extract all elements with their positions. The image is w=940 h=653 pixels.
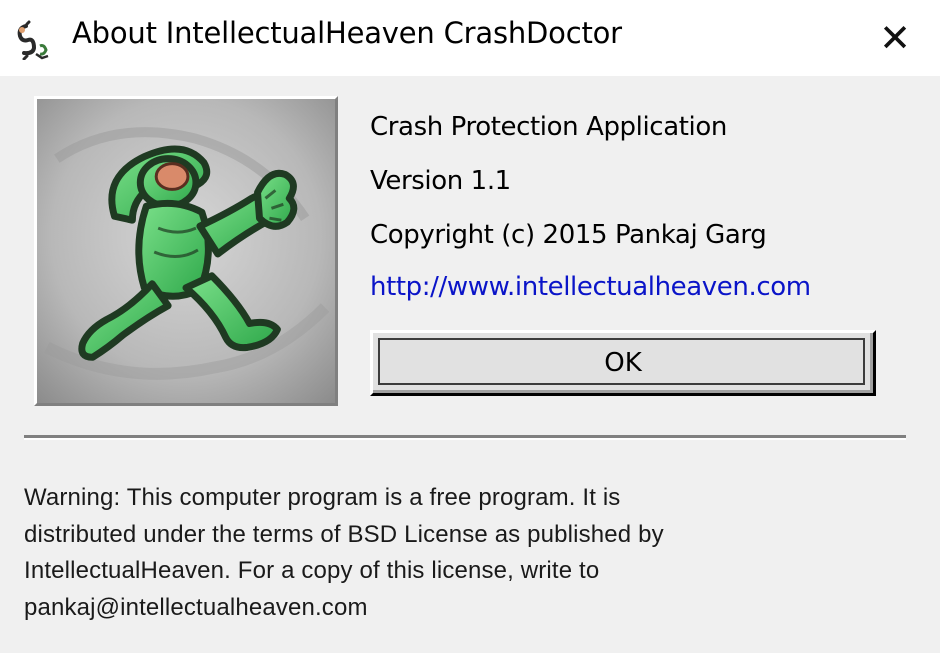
product-description: Crash Protection Application	[370, 112, 727, 142]
window-title: About IntellectualHeaven CrashDoctor	[72, 16, 622, 50]
close-button[interactable]: ✕	[850, 0, 940, 76]
separator-line	[24, 435, 906, 440]
license-warning-text: Warning: This computer program is a free…	[24, 484, 664, 621]
close-icon: ✕	[879, 16, 911, 60]
ok-button-label: OK	[604, 348, 642, 378]
about-dialog: About IntellectualHeaven CrashDoctor ✕ C…	[0, 0, 940, 653]
website-link[interactable]: http://www.intellectualheaven.com	[370, 272, 811, 302]
crashdoctor-app-icon	[12, 20, 52, 61]
title-bar[interactable]: About IntellectualHeaven CrashDoctor ✕	[0, 0, 940, 76]
running-man-logo	[34, 96, 338, 406]
version-label: Version 1.1	[370, 166, 511, 196]
ok-button[interactable]: OK	[370, 330, 876, 396]
copyright-label: Copyright (c) 2015 Pankaj Garg	[370, 220, 767, 250]
